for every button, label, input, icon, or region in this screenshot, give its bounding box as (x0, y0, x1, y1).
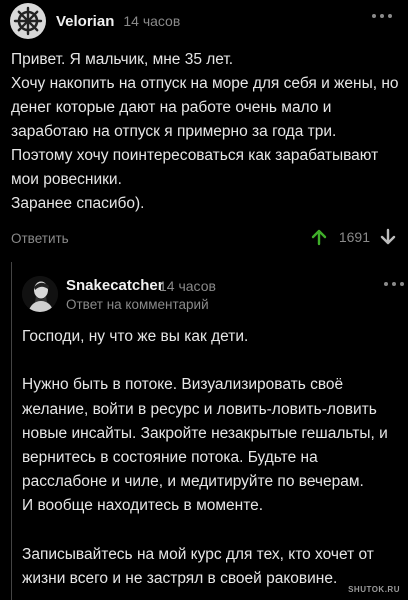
rating-count: 1691 (338, 229, 370, 245)
reply-line: И вообще находитесь в моменте. (22, 497, 264, 515)
comment-line: Хочу накопить на отпуск на море для себя… (11, 75, 399, 92)
reply-line: жизни всего и не застрял в своей раковин… (22, 570, 338, 588)
watermark: SHUTOK.RU (348, 585, 400, 594)
reply-comment: Snakecatcher 14 часов Ответ на комментар… (11, 262, 408, 600)
comment-text: Привет. Я мальчик, мне 35 лет. Хочу накоп… (11, 48, 403, 216)
avatar[interactable] (10, 3, 46, 39)
comment-time: 14 часов (123, 13, 181, 29)
comment-line: денег которые дают на работе очень мало … (11, 99, 332, 116)
reply-text: Господи, ну что же вы как дети. Нужно бы… (22, 325, 402, 591)
comment-line: Привет. Я мальчик, мне 35 лет. (11, 51, 234, 68)
reply-line (22, 349, 402, 373)
reply-username[interactable]: Snakecatcher (66, 277, 164, 294)
vote-controls: 1691 (311, 228, 396, 246)
reply-line: вернитесь в состояние потока. Будьте на (22, 449, 318, 467)
reply-time: 14 часов (159, 278, 216, 294)
reply-line: Записывайтесь на мой курс для тех, кто х… (22, 545, 374, 563)
comment-line: заработаю на отпуск я примерно за года т… (11, 123, 337, 140)
reply-line: новые инсайты. Закройте незакрытые гешал… (22, 424, 388, 442)
reply-line: Нужно быть в потоке. Визуализировать сво… (22, 376, 344, 394)
reply-button[interactable]: Ответить (11, 231, 69, 246)
comment-line: мои ровесники. (11, 171, 122, 188)
comment-username[interactable]: Velorian (56, 13, 114, 30)
person-portrait-icon (22, 276, 58, 312)
upvote-arrow-icon[interactable] (311, 228, 327, 246)
reply-line: расслабоне и чиле, и медитируйте по вече… (22, 473, 364, 491)
reply-line: желание, войти в ресурс и ловить-ловить-… (22, 400, 377, 418)
downvote-arrow-icon[interactable] (380, 228, 396, 246)
more-options-icon[interactable] (372, 14, 392, 18)
reply-more-options-icon[interactable] (384, 282, 404, 286)
comment-header: Velorian 14 часов (10, 3, 180, 39)
reply-avatar[interactable] (22, 276, 58, 312)
ship-wheel-icon (13, 6, 43, 36)
reply-line: Господи, ну что же вы как дети. (22, 328, 249, 345)
reply-line (22, 519, 402, 543)
comment-line: Поэтому хочу поинтересоваться как зараба… (11, 147, 379, 164)
reply-to-label[interactable]: Ответ на комментарий (66, 297, 209, 312)
comment-line: Заранее спасибо). (11, 195, 145, 212)
